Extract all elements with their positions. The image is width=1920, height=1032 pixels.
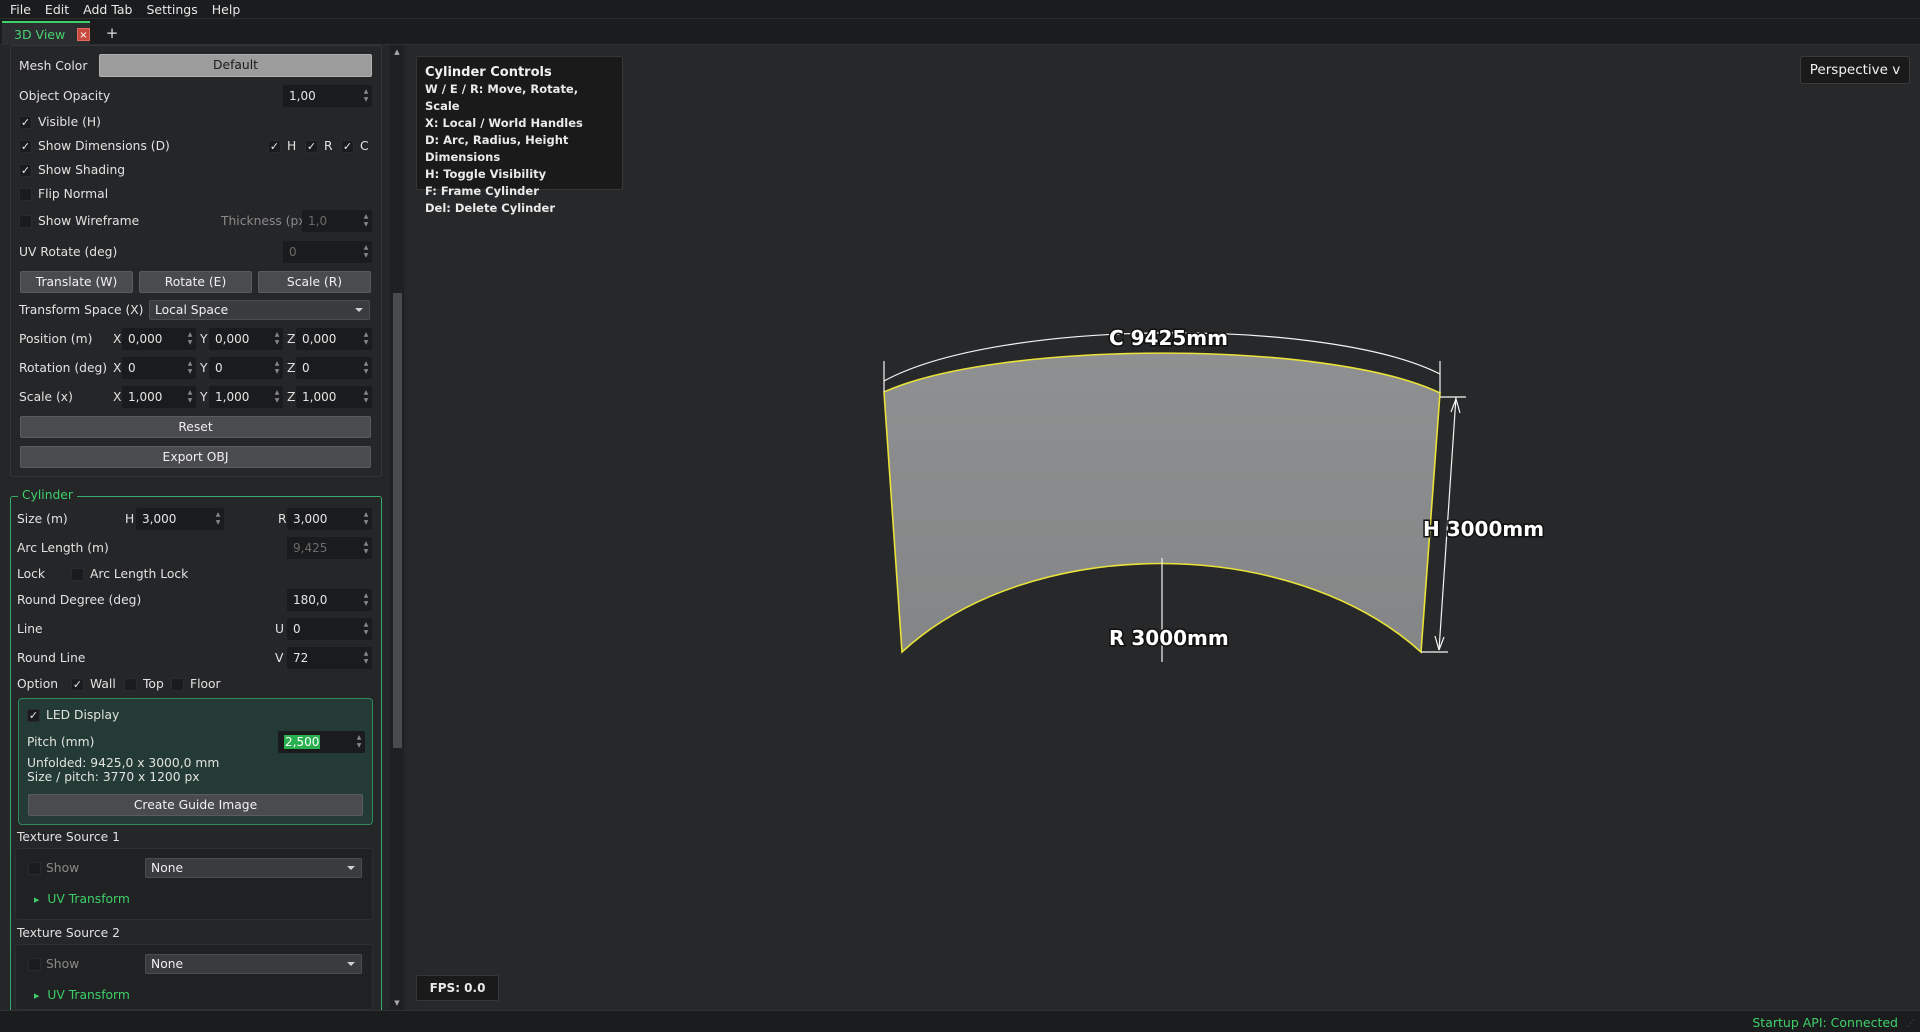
radius-dimension-label: R 3000mm <box>1109 626 1229 650</box>
status-bar: Startup API: Connected ⋰ <box>0 1010 1920 1032</box>
controls-line: F: Frame Cylinder <box>425 184 539 198</box>
controls-line: H: Toggle Visibility <box>425 167 547 181</box>
controls-line: X: Local / World Handles <box>425 116 583 130</box>
controls-line: D: Arc, Radius, Height Dimensions <box>425 133 569 164</box>
status-text: Startup API: Connected <box>1752 1015 1898 1030</box>
cylinder-controls-overlay: Cylinder Controls W / E / R: Move, Rotat… <box>416 56 623 215</box>
arc-dimension-label: C 9425mm <box>1109 326 1228 350</box>
controls-line: W / E / R: Move, Rotate, Scale <box>425 82 579 113</box>
fps-counter: FPS: 0.0 <box>416 975 499 1001</box>
controls-line: Del: Delete Cylinder <box>425 201 555 215</box>
controls-title: Cylinder Controls <box>425 65 552 80</box>
cylinder-scene[interactable]: C 9425mm H 3000mm R 3000mm <box>0 0 1920 1032</box>
perspective-dropdown-button[interactable]: Perspective v <box>1800 56 1910 84</box>
app-window: File Edit Add Tab Settings Help 3D View … <box>0 0 1920 1032</box>
height-dimension-label: H 3000mm <box>1423 517 1544 541</box>
resize-grip-icon[interactable]: ⋰ <box>1906 1019 1916 1029</box>
